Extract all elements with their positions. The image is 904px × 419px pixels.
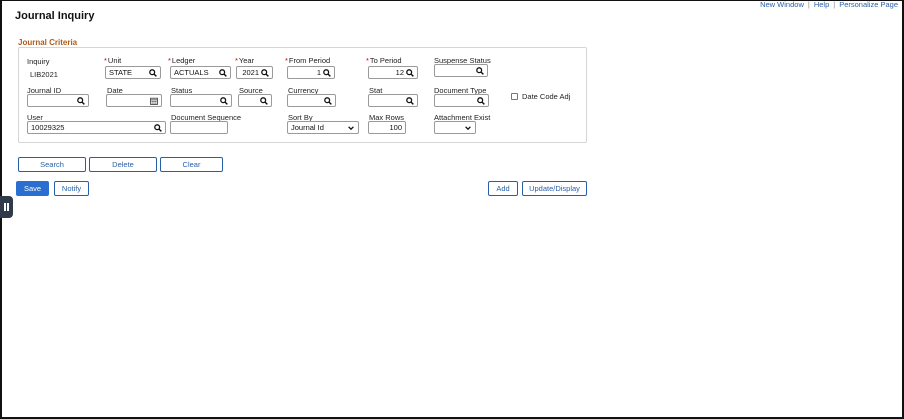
unit-label: *Unit [104, 56, 122, 65]
date-code-adj-checkbox[interactable] [511, 93, 518, 100]
source-field[interactable] [238, 94, 272, 107]
inquiry-value: LIB2021 [30, 70, 58, 79]
to-period-field[interactable]: 12 [368, 66, 418, 79]
document-sequence-field[interactable] [170, 121, 228, 134]
status-field[interactable] [170, 94, 232, 107]
search-icon[interactable] [476, 66, 484, 75]
date-code-adj-option: Date Code Adj [511, 92, 570, 101]
journal-id-field[interactable] [27, 94, 89, 107]
max-rows-field[interactable]: 100 [368, 121, 406, 134]
to-period-label: *To Period [366, 56, 402, 65]
year-value: 2021 [242, 68, 259, 77]
update-display-button[interactable]: Update/Display [522, 181, 587, 196]
search-icon[interactable] [406, 96, 414, 105]
from-period-label: *From Period [285, 56, 331, 65]
chevron-down-icon [348, 125, 354, 130]
chevron-down-icon [465, 125, 471, 130]
help-link[interactable]: Help [814, 0, 829, 9]
date-field[interactable] [106, 94, 162, 107]
user-field[interactable]: 10029325 [27, 121, 166, 134]
clear-button[interactable]: Clear [160, 157, 223, 172]
top-links: New Window | Help | Personalize Page [760, 0, 898, 9]
page-title: Journal Inquiry [15, 10, 95, 22]
ledger-field[interactable]: ACTUALS [170, 66, 231, 79]
notify-button[interactable]: Notify [54, 181, 89, 196]
unit-field[interactable]: STATE [105, 66, 161, 79]
search-icon[interactable] [149, 68, 157, 77]
attachment-exist-select[interactable] [434, 121, 476, 134]
new-window-link[interactable]: New Window [760, 0, 804, 9]
suspense-status-field[interactable] [434, 64, 488, 77]
search-icon[interactable] [220, 96, 228, 105]
search-icon[interactable] [219, 68, 227, 77]
section-title-journal-criteria: Journal Criteria [18, 38, 78, 47]
from-period-value: 1 [316, 68, 321, 77]
unit-value: STATE [109, 68, 133, 77]
search-icon[interactable] [261, 68, 269, 77]
date-code-adj-label: Date Code Adj [522, 92, 571, 101]
grip-icon [4, 203, 6, 211]
to-period-value: 12 [395, 68, 404, 77]
sort-by-value: Journal Id [291, 123, 324, 132]
save-button[interactable]: Save [16, 181, 49, 196]
grip-icon [7, 203, 9, 211]
year-field[interactable]: 2021 [236, 66, 273, 79]
search-button[interactable]: Search [18, 157, 86, 172]
user-value: 10029325 [31, 123, 65, 132]
search-icon[interactable] [477, 96, 485, 105]
ledger-label: *Ledger [168, 56, 196, 65]
calendar-icon[interactable] [150, 97, 158, 105]
max-rows-value: 100 [389, 123, 402, 132]
year-label: *Year [235, 56, 255, 65]
currency-field[interactable] [287, 94, 336, 107]
search-icon[interactable] [323, 68, 331, 77]
document-type-field[interactable] [434, 94, 489, 107]
from-period-field[interactable]: 1 [287, 66, 335, 79]
link-separator: | [807, 0, 810, 9]
search-icon[interactable] [154, 123, 162, 132]
search-icon[interactable] [260, 96, 268, 105]
search-icon[interactable] [77, 96, 85, 105]
search-icon[interactable] [324, 96, 332, 105]
add-button[interactable]: Add [488, 181, 518, 196]
personalize-page-link[interactable]: Personalize Page [839, 0, 898, 9]
stat-field[interactable] [368, 94, 418, 107]
ledger-value: ACTUALS [174, 68, 209, 77]
link-separator: | [833, 0, 836, 9]
sort-by-select[interactable]: Journal Id [287, 121, 359, 134]
side-panel-handle[interactable] [0, 196, 13, 218]
inquiry-label: Inquiry [27, 57, 50, 66]
delete-button[interactable]: Delete [89, 157, 157, 172]
search-icon[interactable] [406, 68, 414, 77]
